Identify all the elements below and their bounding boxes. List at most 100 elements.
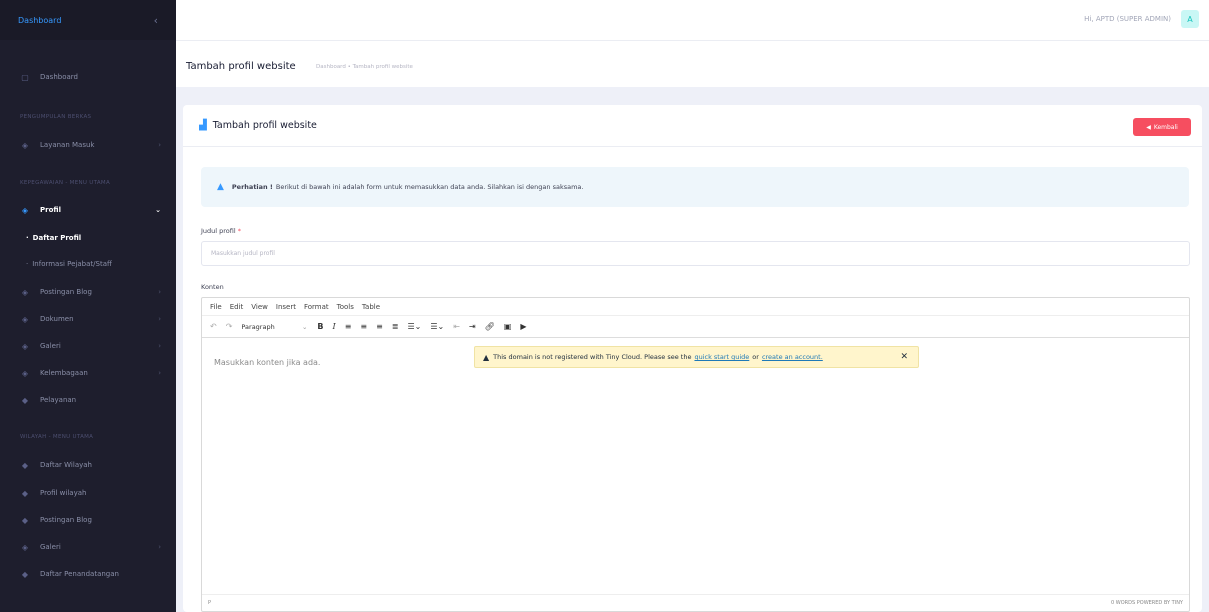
bold-icon[interactable]: B: [317, 322, 323, 331]
sidebar-item-profil[interactable]: ◈ Profil ⌄: [0, 200, 176, 220]
close-icon[interactable]: ✕: [900, 352, 908, 362]
block-format-select[interactable]: Paragraph ⌄: [241, 323, 307, 331]
sidebar-item-label: Daftar Wilayah: [40, 461, 92, 469]
menu-format[interactable]: Format: [304, 303, 329, 311]
align-center-icon[interactable]: ≡: [360, 322, 367, 331]
form-card: ▟ Tambah profil website ◀ Kembali ▲ Perh…: [183, 105, 1202, 612]
menu-file[interactable]: File: [210, 303, 222, 311]
layers-icon: ◈: [21, 542, 29, 552]
layers-icon: ◈: [21, 341, 29, 351]
sidebar-item-label: Pelayanan: [40, 396, 77, 404]
chevron-right-icon: ›: [158, 315, 161, 323]
sidebar-item-dashboard[interactable]: ▢ Dashboard: [0, 67, 176, 87]
alert-title: Perhatian !: [231, 183, 273, 191]
menu-table[interactable]: Table: [362, 303, 380, 311]
dashboard-icon: ▢: [21, 72, 29, 82]
chevron-right-icon: ›: [158, 141, 161, 149]
dot-icon: ◆: [21, 460, 29, 470]
bullet-list-icon[interactable]: ☰⌄: [408, 322, 422, 331]
italic-icon[interactable]: I: [333, 322, 336, 331]
editor-toolbar: ↶ ↷ Paragraph ⌄ B I ≡ ≡ ≡ ≣ ☰⌄ ☰⌄ ⇤ ⇥ 🔗︎…: [202, 316, 1189, 338]
breadcrumb[interactable]: Dashboard • Tambah profil website: [316, 64, 413, 70]
menu-insert[interactable]: Insert: [276, 303, 296, 311]
sidebar-item-label: Postingan Blog: [40, 288, 92, 296]
top-header: Hi, APTD (SUPER ADMIN) A: [176, 0, 1209, 40]
sidebar-item-postingan[interactable]: ◈ Postingan Blog ›: [0, 282, 176, 302]
outdent-icon[interactable]: ⇤: [453, 322, 460, 331]
sidebar-item-pelayanan[interactable]: ◆ Pelayanan: [0, 390, 176, 410]
sidebar-item-postingan-blog[interactable]: ◆ Postingan Blog: [0, 510, 176, 530]
sidebar-item-penandatangan[interactable]: ◆ Daftar Penandatangan: [0, 564, 176, 584]
sidebar-item-galeri[interactable]: ◈ Galeri ›: [0, 336, 176, 356]
menu-edit[interactable]: Edit: [230, 303, 244, 311]
judul-label-text: Judul profil: [201, 227, 236, 235]
indent-icon[interactable]: ⇥: [469, 322, 476, 331]
layers-icon: ◈: [21, 140, 29, 150]
sidebar-item-label: Profil wilayah: [40, 489, 87, 497]
word-count: 0 WORDS POWERED BY TINY: [1111, 600, 1183, 606]
back-button[interactable]: ◀ Kembali: [1133, 118, 1191, 136]
required-mark: *: [237, 227, 242, 235]
bullet-icon: ·: [26, 234, 29, 242]
layers-icon: ◈: [21, 205, 29, 215]
dot-icon: ◆: [21, 488, 29, 498]
sidebar-section-label: KEPEGAWAIAN - MENU UTAMA: [20, 180, 111, 186]
chevron-down-icon: ⌄: [301, 322, 308, 331]
sidebar-brand: Dashboard ‹: [0, 0, 176, 40]
media-icon[interactable]: ▶: [520, 322, 526, 331]
card-title-text: Tambah profil website: [212, 120, 317, 131]
undo-icon[interactable]: ↶: [210, 322, 217, 331]
avatar[interactable]: A: [1181, 10, 1199, 28]
link-icon[interactable]: 🔗︎: [485, 322, 495, 331]
sidebar-item-label: Galeri: [40, 342, 61, 350]
sidebar-item-daftar-wilayah[interactable]: ◆ Daftar Wilayah: [0, 455, 176, 475]
sidebar-item-label: Informasi Pejabat/Staff: [32, 260, 112, 268]
user-greeting[interactable]: Hi, APTD (SUPER ADMIN): [1084, 15, 1171, 23]
redo-icon[interactable]: ↷: [226, 322, 233, 331]
tiny-cloud-notice: ▲ This domain is not registered with Tin…: [474, 346, 919, 368]
numbered-list-icon[interactable]: ☰⌄: [430, 322, 444, 331]
konten-label: Konten: [201, 283, 224, 291]
brand-logo[interactable]: Dashboard: [18, 16, 61, 25]
align-justify-icon[interactable]: ≣: [392, 322, 399, 331]
align-right-icon[interactable]: ≡: [376, 322, 383, 331]
layers-icon: ◈: [21, 368, 29, 378]
sidebar-item-label: Dokumen: [40, 315, 74, 323]
sidebar-section-label: PENGUMPULAN BERKAS: [20, 114, 92, 120]
layers-icon: ◈: [21, 287, 29, 297]
sidebar-item-daftar-profil[interactable]: · Daftar Profil: [0, 228, 176, 248]
sidebar-section-label: WILAYAH - MENU UTAMA: [20, 434, 94, 440]
editor-content[interactable]: Masukkan konten jika ada. ▲ This domain …: [202, 338, 1189, 594]
warning-icon: ▲: [483, 352, 490, 362]
sidebar-item-label: Daftar Penandatangan: [40, 570, 119, 578]
card-title: ▟ Tambah profil website: [199, 120, 317, 131]
align-left-icon[interactable]: ≡: [345, 322, 352, 331]
sidebar-item-profil-wilayah[interactable]: ◆ Profil wilayah: [0, 483, 176, 503]
sidebar-item-informasi[interactable]: · Informasi Pejabat/Staff: [0, 254, 176, 274]
chevron-right-icon: ›: [158, 342, 161, 350]
chevron-left-icon[interactable]: ‹: [154, 14, 158, 27]
menu-view[interactable]: View: [251, 303, 268, 311]
chevron-right-icon: ›: [158, 288, 161, 296]
sidebar-item-dokumen[interactable]: ◈ Dokumen ›: [0, 309, 176, 329]
judul-placeholder: Masukkan judul profil: [211, 250, 275, 257]
quick-start-link[interactable]: quick start guide: [694, 353, 749, 361]
notice-text: This domain is not registered with Tiny …: [493, 353, 692, 361]
page-title: Tambah profil website: [186, 61, 296, 72]
rich-text-editor: File Edit View Insert Format Tools Table…: [201, 297, 1190, 612]
sidebar-item-label: Profil: [40, 206, 61, 214]
sidebar-item-galeri-wilayah[interactable]: ◈ Galeri ›: [0, 537, 176, 557]
element-path[interactable]: P: [208, 600, 211, 606]
bullet-icon: ·: [26, 260, 29, 268]
sidebar-item-layanan[interactable]: ◈ Layanan Masuk ›: [0, 135, 176, 155]
sidebar-item-label: Daftar Profil: [32, 234, 82, 242]
chevron-down-icon: ⌄: [155, 206, 161, 214]
create-account-link[interactable]: create an account.: [762, 353, 823, 361]
sidebar-item-label: Postingan Blog: [40, 516, 92, 524]
menu-tools[interactable]: Tools: [337, 303, 354, 311]
warning-icon: ▲: [217, 182, 224, 192]
judul-label: Judul profil *: [201, 227, 241, 235]
image-icon[interactable]: ▣: [504, 322, 512, 331]
judul-input[interactable]: Masukkan judul profil: [201, 241, 1190, 266]
sidebar-item-kelembagaan[interactable]: ◈ Kelembagaan ›: [0, 363, 176, 383]
